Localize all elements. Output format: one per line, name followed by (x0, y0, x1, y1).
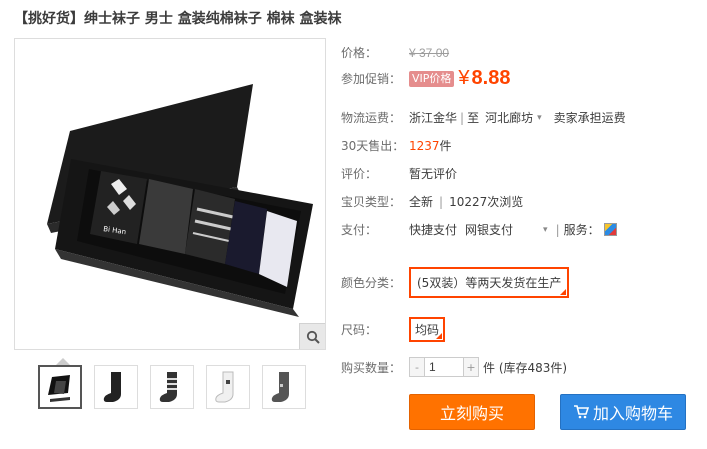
service-icon[interactable] (603, 223, 617, 236)
buy-now-button[interactable]: 立刻购买 (409, 394, 535, 430)
thumbnail-strip (38, 365, 306, 409)
sold-row: 30天售出： 1237 件 (341, 137, 452, 154)
review-label: 评价： (341, 167, 378, 181)
active-thumb-pointer (56, 358, 70, 365)
ship-from: 浙江金华 (409, 111, 458, 125)
size-option-selected[interactable]: 均码 (409, 317, 446, 342)
vip-price-badge: VIP价格 (409, 70, 455, 87)
zoom-icon[interactable] (299, 323, 325, 349)
cart-icon (573, 405, 589, 419)
chevron-down-icon[interactable]: ▾ (537, 113, 542, 123)
promo-label: 参加促销： (341, 72, 402, 86)
service-label: 服务： (563, 223, 600, 237)
quick-pay: 快捷支付 (409, 223, 458, 237)
shipping-row: 物流运费： 浙江金华 | 至 河北廊坊 ▾ 卖家承担运费 (341, 109, 626, 126)
payment-label: 支付： (341, 223, 378, 237)
price-label: 价格： (341, 46, 378, 60)
size-label: 尺码： (341, 323, 378, 337)
thumbnail-box[interactable] (38, 365, 82, 409)
shipping-note: 卖家承担运费 (553, 111, 626, 125)
thumbnail-white-sock[interactable] (206, 365, 250, 409)
item-type-row: 宝贝类型： 全新 | 10227次浏览 (341, 194, 524, 210)
review-value: 暂无评价 (409, 167, 458, 181)
thumbnail-striped-sock[interactable] (150, 365, 194, 409)
sold-unit: 件 (439, 139, 452, 153)
view-count: 10227次浏览 (449, 195, 524, 209)
payment-row: 支付： 快捷支付 网银支付 ▾ | 服务： (341, 221, 617, 238)
stock-info: 件 (库存483件) (483, 360, 568, 375)
item-condition: 全新 (409, 195, 434, 209)
sock-box-image: Bi Han (47, 84, 313, 317)
main-product-image[interactable]: Bi Han (14, 38, 326, 350)
ship-to-dropdown[interactable]: 河北廊坊 (485, 109, 533, 126)
thumbnail-grey-sock[interactable] (262, 365, 306, 409)
color-row: 颜色分类： (5双装）等两天发货在生产 (341, 267, 570, 298)
quantity-input[interactable] (424, 358, 464, 376)
add-to-cart-label: 加入购物车 (592, 404, 673, 423)
quantity-row: 购买数量： - + 件 (库存483件) (341, 357, 567, 377)
item-type-label: 宝贝类型： (341, 195, 402, 209)
currency-symbol: ¥ (458, 67, 470, 89)
quantity-minus-button[interactable]: - (410, 358, 424, 376)
sold-count: 1237 (409, 138, 440, 153)
size-row: 尺码： 均码 (341, 317, 446, 342)
review-row: 评价： 暂无评价 (341, 165, 457, 182)
chevron-down-icon[interactable]: ▾ (543, 225, 548, 235)
quantity-stepper: - + (409, 357, 479, 377)
promo-price: 8.88 (471, 67, 511, 89)
original-price-row: 价格： ¥ 37.00 (341, 44, 449, 61)
shipping-label: 物流运费： (341, 111, 402, 125)
add-to-cart-button[interactable]: 加入购物车 (560, 394, 686, 430)
bank-pay: 网银支付 (465, 223, 514, 237)
thumbnail-black-sock[interactable] (94, 365, 138, 409)
ship-sep: 至 (467, 111, 480, 125)
promo-price-row: 参加促销： VIP价格 ¥ 8.88 (341, 67, 510, 90)
color-option-selected[interactable]: (5双装）等两天发货在生产 (409, 267, 570, 298)
original-price: ¥ 37.00 (409, 45, 450, 60)
quantity-label: 购买数量： (341, 360, 402, 375)
product-title: 【挑好货】绅士袜子 男士 盒装纯棉袜子 棉袜 盒装袜 (14, 11, 342, 27)
color-label: 颜色分类： (341, 276, 402, 290)
quantity-plus-button[interactable]: + (464, 358, 478, 376)
sold-label: 30天售出： (341, 139, 405, 153)
